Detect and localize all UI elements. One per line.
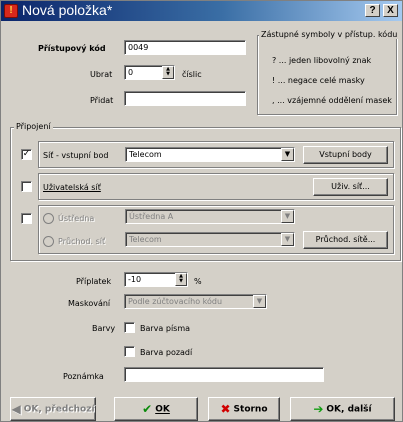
exchange-select[interactable]: Ústředna A ▼ bbox=[125, 209, 295, 224]
add-label: Přidat bbox=[90, 96, 114, 105]
note-input[interactable] bbox=[124, 367, 324, 382]
font-color-checkbox[interactable] bbox=[124, 322, 135, 333]
transit-network-label: Průchod. síť bbox=[58, 237, 106, 246]
ok-next-button[interactable]: ➔ OK, další bbox=[290, 397, 395, 421]
access-code-input[interactable]: 0049 bbox=[124, 40, 246, 55]
masking-label: Maskování bbox=[68, 299, 111, 308]
dialog-window: ! Nová položka* ? X Přístupový kód 0049 … bbox=[0, 0, 403, 422]
wildcards-title: Zástupné symboly v přístup. kódu bbox=[259, 30, 400, 39]
ok-previous-button[interactable]: ◀ OK, předchozí bbox=[10, 397, 96, 421]
exchange-checkbox[interactable] bbox=[21, 213, 32, 224]
wildcard-line-1: ? ... jeden libovolný znak bbox=[272, 56, 372, 65]
connection-group-label: Připojení bbox=[14, 122, 53, 131]
user-network-checkbox[interactable] bbox=[21, 181, 32, 192]
font-color-label: Barva písma bbox=[140, 324, 191, 333]
ok-button[interactable]: ✔ OK bbox=[114, 397, 198, 421]
wildcard-line-2: ! ... negace celé masky bbox=[272, 76, 365, 85]
colors-label: Barvy bbox=[92, 324, 116, 333]
dropdown-arrow-icon[interactable]: ▼ bbox=[281, 233, 294, 246]
app-icon: ! bbox=[4, 4, 18, 18]
transit-network-select[interactable]: Telecom ▼ bbox=[125, 232, 295, 247]
network-entry-label: Síť - vstupní bod bbox=[43, 151, 109, 160]
remove-unit-label: číslic bbox=[182, 70, 202, 79]
transit-network-radio[interactable] bbox=[43, 236, 54, 247]
help-button[interactable]: ? bbox=[365, 4, 380, 17]
window-title: Nová položka* bbox=[22, 2, 113, 18]
background-color-label: Barva pozadí bbox=[140, 348, 193, 357]
note-label: Poznámka bbox=[63, 372, 104, 381]
arrow-right-icon: ➔ bbox=[313, 402, 324, 416]
network-entry-select[interactable]: Telecom ▼ bbox=[125, 147, 295, 162]
surcharge-label: Příplatek bbox=[76, 277, 112, 286]
user-network-label: Uživatelská síť bbox=[43, 183, 101, 192]
background-color-checkbox[interactable] bbox=[124, 346, 135, 357]
transit-networks-button[interactable]: Průchod. sítě... bbox=[303, 231, 388, 249]
cancel-button[interactable]: ✖ Storno bbox=[208, 397, 280, 421]
exchange-radio[interactable] bbox=[43, 213, 54, 224]
remove-label: Ubrat bbox=[90, 70, 113, 79]
wildcard-line-3: , ... vzájemné oddělení masek bbox=[272, 96, 392, 105]
surcharge-unit: % bbox=[194, 277, 202, 286]
cancel-icon: ✖ bbox=[220, 402, 231, 416]
exchange-label: Ústředna bbox=[58, 214, 95, 223]
surcharge-spin-buttons[interactable]: ▲ ▼ bbox=[175, 273, 187, 286]
add-input[interactable] bbox=[124, 91, 246, 106]
user-network-button[interactable]: Uživ. síť... bbox=[313, 178, 388, 196]
spin-down-icon[interactable]: ▼ bbox=[176, 279, 186, 284]
dropdown-arrow-icon[interactable]: ▼ bbox=[253, 295, 266, 308]
masking-select[interactable]: Podle zúčtovacího kódu ▼ bbox=[124, 294, 267, 309]
access-code-label: Přístupový kód bbox=[38, 44, 106, 53]
arrow-left-icon: ◀ bbox=[11, 402, 21, 416]
dropdown-arrow-icon[interactable]: ▼ bbox=[281, 148, 294, 161]
spin-down-icon[interactable]: ▼ bbox=[163, 72, 173, 77]
title-bar[interactable]: ! Nová položka* ? X bbox=[1, 1, 402, 21]
entry-points-button[interactable]: Vstupní body bbox=[303, 146, 388, 164]
network-entry-checkbox[interactable]: ✓ bbox=[21, 149, 32, 160]
close-button[interactable]: X bbox=[383, 4, 398, 17]
remove-spin-buttons[interactable]: ▲ ▼ bbox=[162, 66, 174, 79]
check-icon: ✔ bbox=[142, 402, 153, 416]
dropdown-arrow-icon[interactable]: ▼ bbox=[281, 210, 294, 223]
